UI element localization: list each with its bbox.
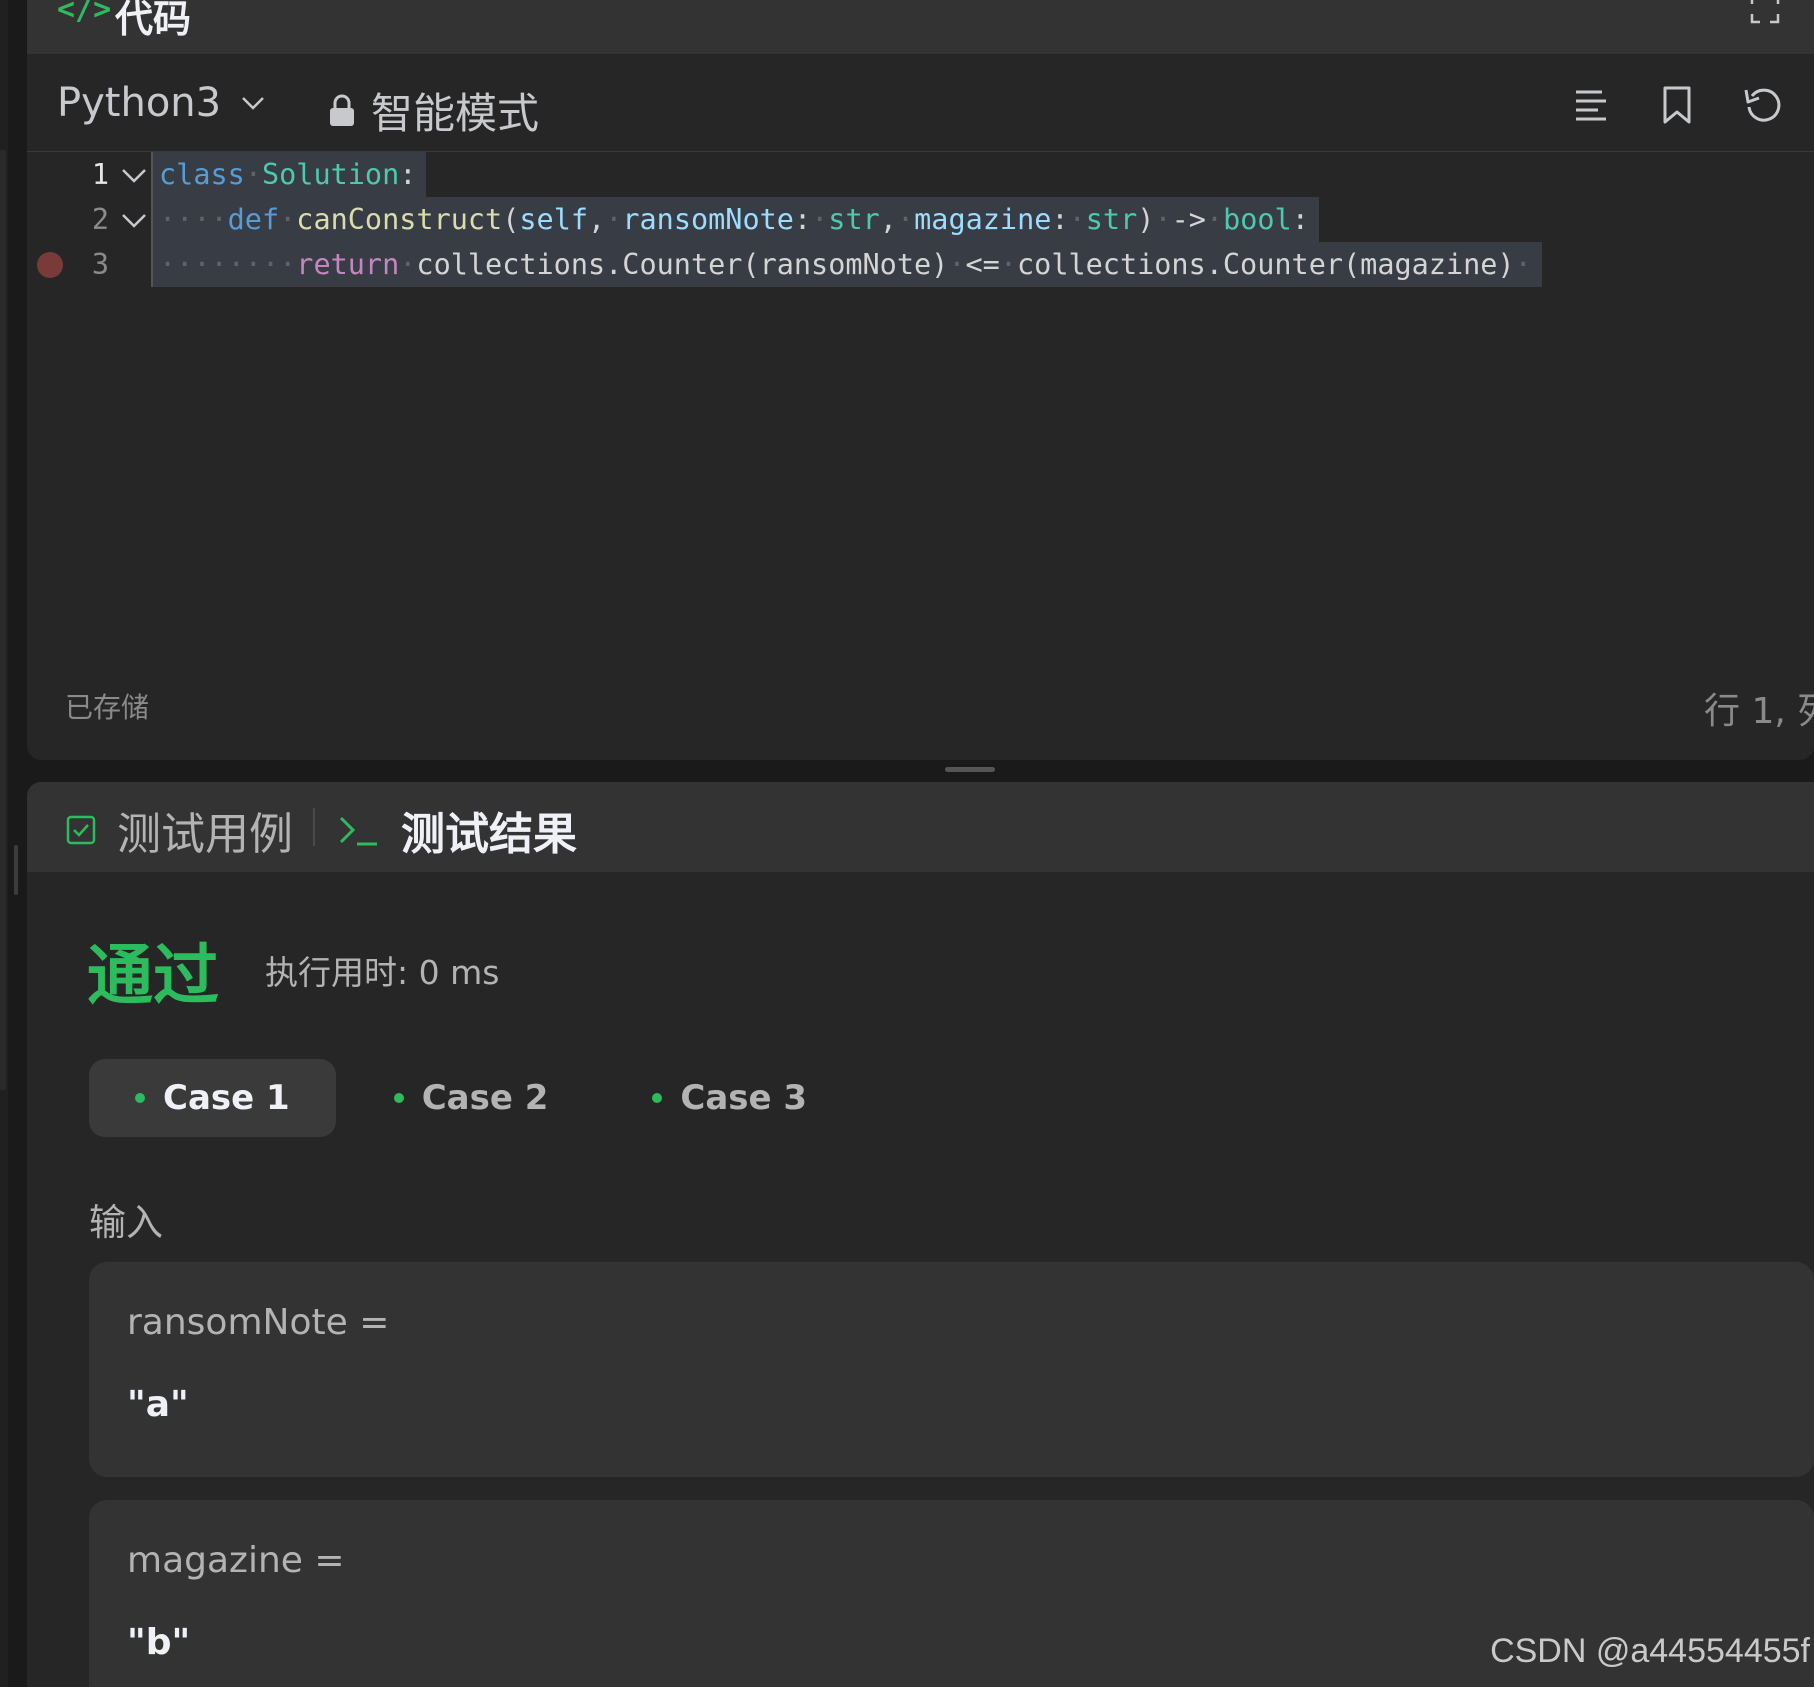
expand-icon[interactable] [1750,0,1780,24]
token: return [296,248,400,281]
code-text: ········return·collections.Counter(ranso… [151,242,1542,287]
case-tab-2[interactable]: Case 2 [348,1059,595,1137]
code-line-1[interactable]: 1 class·Solution: [27,152,1814,197]
token: str [828,203,880,236]
tab-divider [313,808,315,846]
tab-test-results[interactable]: 测试结果 [337,798,577,862]
token: : [1291,203,1309,236]
test-panel: 测试用例 测试结果 通过 执行用时: 0 ms Case 1 Case 2 Ca… [27,782,1814,1687]
language-select-label: Python3 [57,80,222,126]
bookmark-icon[interactable] [1654,82,1700,128]
cursor-position: 行 1, 列 1 [1704,691,1814,732]
tab-test-cases[interactable]: 测试用例 [65,798,293,862]
token: collections.Counter(magazine) [1017,248,1515,281]
code-editor[interactable]: 1 class·Solution: 2 ····def·canConstruct… [27,152,1814,672]
token: ( [502,203,520,236]
token: , [588,203,606,236]
token: collections.Counter(ransomNote) [416,248,949,281]
token: ransomNote [622,203,794,236]
editor-actions [1568,82,1814,128]
token: def [227,203,280,236]
case-tabs: Case 1 Case 2 Case 3 [89,1059,865,1137]
tab-test-cases-label: 测试用例 [117,809,293,860]
code-toolbar: Python3 智能模式 [27,54,1814,152]
input-section-label: 输入 [89,1201,163,1244]
terminal-icon [339,816,377,846]
token: str [1085,203,1138,236]
input-card-ransomnote: ransomNote = "a" [89,1262,1814,1477]
token: <= [965,248,1000,281]
code-line-2[interactable]: 2 ····def·canConstruct(self,·ransomNote:… [27,197,1814,242]
token: : [399,158,417,191]
token: ) [1137,203,1155,236]
language-select[interactable]: Python3 [57,80,267,126]
tab-test-results-label: 测试结果 [401,809,577,860]
line-number: 2 [91,203,109,236]
case-tab-label: Case 1 [163,1078,290,1118]
smart-mode-toggle[interactable]: 智能模式 [327,80,539,141]
token: : [1051,203,1069,236]
token: -> [1171,203,1206,236]
case-tab-label: Case 3 [680,1078,808,1118]
pass-dot-icon [135,1093,145,1103]
reset-icon[interactable] [1740,82,1786,128]
runtime-text: 执行用时: 0 ms [265,953,500,992]
fold-chevron-icon[interactable] [119,160,149,190]
format-icon[interactable] [1568,82,1614,128]
input-var-name: magazine = [127,1540,345,1581]
left-edge-strip [0,150,6,1090]
code-tab-title[interactable]: 代码 [115,0,191,43]
code-text: ····def·canConstruct(self,·ransomNote:·s… [151,197,1319,242]
smart-mode-label: 智能模式 [371,89,540,138]
token: magazine [914,203,1052,236]
code-line-3[interactable]: 3 ········return·collections.Counter(ran… [27,242,1814,287]
panel-resize-handle[interactable] [945,767,995,772]
case-tab-label: Case 2 [421,1078,549,1118]
lock-icon [330,94,354,126]
token: class [159,158,245,191]
watermark: CSDN @a44554455f [1490,1632,1810,1670]
code-text: class·Solution: [151,152,427,197]
result-status: 通过 [87,937,219,1014]
checkbox-icon [66,815,96,845]
code-tab-icon: </> [57,0,112,27]
case-tab-3[interactable]: Case 3 [606,1059,853,1137]
left-edge-scroll-handle[interactable] [14,845,18,895]
token: , [879,203,897,236]
line-number: 3 [91,248,109,281]
fold-chevron-icon[interactable] [119,205,149,235]
token: canConstruct [296,203,503,236]
code-panel: </> 代码 Python3 智能模式 1 class·Solution: 2 … [27,0,1814,760]
line-number: 1 [91,158,109,191]
token: self [519,203,589,236]
breakpoint-marker[interactable] [37,252,63,278]
code-panel-header: </> 代码 [27,0,1814,54]
input-var-value: "a" [127,1384,189,1425]
input-var-value: "b" [127,1622,191,1663]
token: Solution [261,158,400,191]
case-tab-1[interactable]: Case 1 [89,1059,336,1137]
input-var-name: ransomNote = [127,1302,390,1343]
pass-dot-icon [652,1093,663,1103]
pass-dot-icon [393,1093,404,1103]
chevron-down-icon [242,97,264,110]
saved-status: 已存储 [65,691,150,724]
window-left-edge [0,0,18,1687]
test-panel-header: 测试用例 测试结果 [27,782,1814,872]
token: bool [1223,203,1292,236]
token: : [793,203,812,236]
